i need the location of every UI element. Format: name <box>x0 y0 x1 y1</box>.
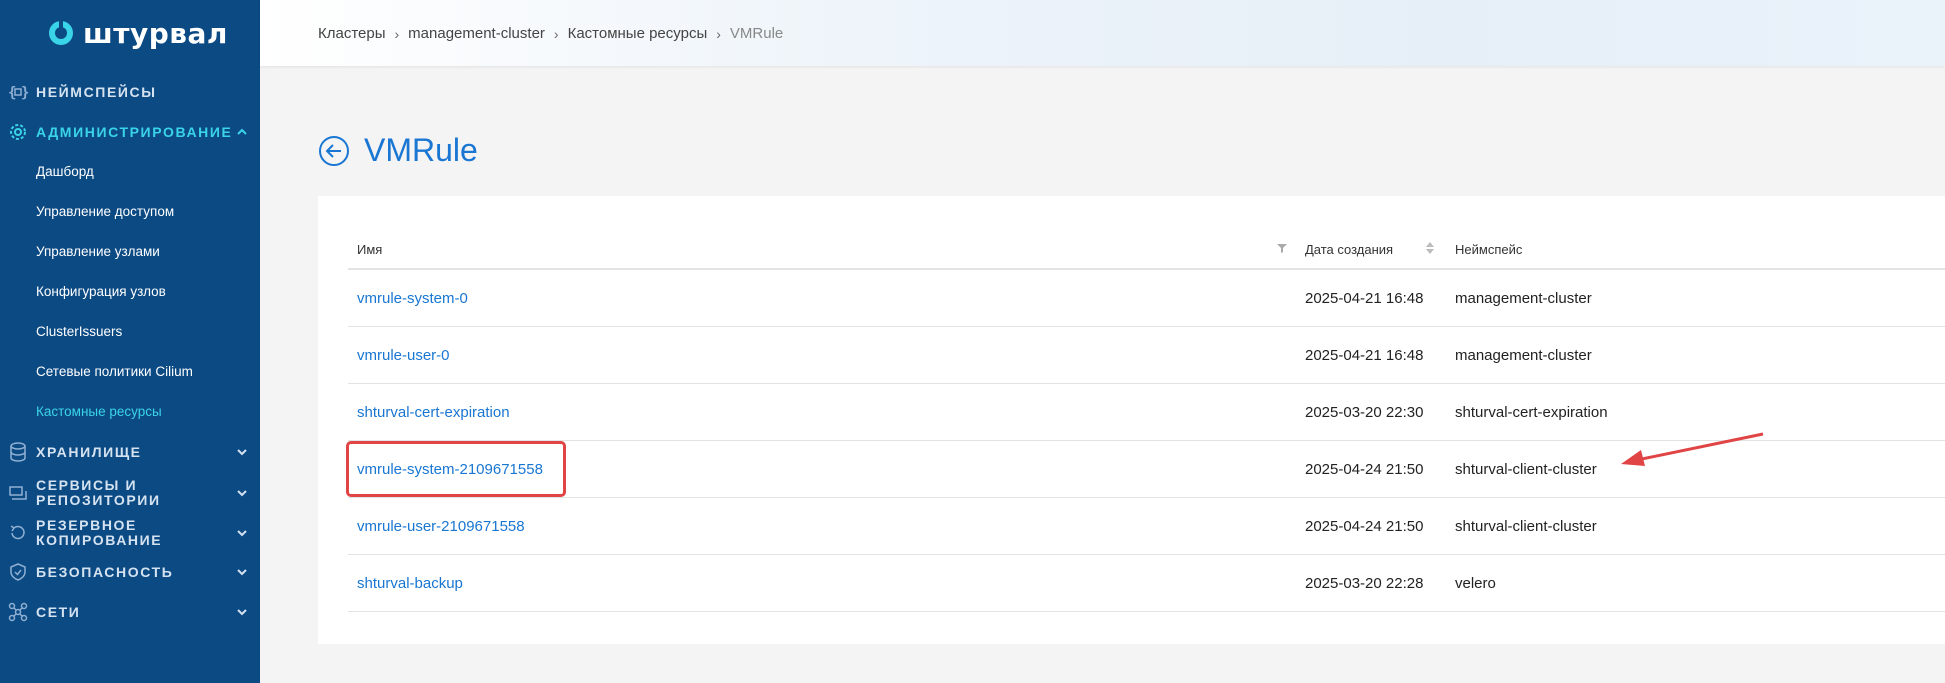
namespace-cell: shturval-client-cluster <box>1455 461 1597 478</box>
resource-table: Имя Дата создания Неймспейс vmrule-syste… <box>348 232 1945 612</box>
sidebar-item-dashboard[interactable]: Дашборд <box>36 164 94 179</box>
created-cell: 2025-04-24 21:50 <box>1305 461 1424 478</box>
namespace-cell: management-cluster <box>1455 290 1592 307</box>
network-icon <box>8 602 28 622</box>
table-row: vmrule-system-0 2025-04-21 16:48 managem… <box>348 270 1945 327</box>
page-title: VMRule <box>364 132 478 168</box>
nav-label: АДМИНИСТРИРОВАНИЕ <box>36 124 233 140</box>
nav-services[interactable]: СЕРВИСЫ И РЕПОЗИТОРИИ <box>0 478 260 508</box>
brand-logo[interactable]: штурвал <box>47 16 228 50</box>
resource-table-card: Имя Дата создания Неймспейс vmrule-syste… <box>318 196 1945 644</box>
table-row: shturval-backup 2025-03-20 22:28 velero <box>348 555 1945 612</box>
nav-label-line2: КОПИРОВАНИЕ <box>36 532 163 548</box>
sidebar-item-nodes[interactable]: Управление узлами <box>36 244 160 259</box>
chevron-down-icon[interactable] <box>236 446 248 458</box>
table-row: vmrule-user-2109671558 2025-04-24 21:50 … <box>348 498 1945 555</box>
nav-label: БЕЗОПАСНОСТЬ <box>36 564 174 580</box>
nav-backup[interactable]: РЕЗЕРВНОЕ КОПИРОВАНИЕ <box>0 518 260 548</box>
resource-link[interactable]: vmrule-user-0 <box>357 347 450 364</box>
breadcrumb-custom-resources[interactable]: Кастомные ресурсы <box>568 25 708 42</box>
namespace-cell: shturval-cert-expiration <box>1455 404 1608 421</box>
filter-icon[interactable] <box>1276 242 1288 254</box>
nav-namespaces[interactable]: {} НЕЙМСПЕЙСЫ <box>0 84 260 100</box>
created-cell: 2025-03-20 22:30 <box>1305 404 1424 421</box>
nav-label: НЕЙМСПЕЙСЫ <box>36 84 157 100</box>
created-cell: 2025-04-24 21:50 <box>1305 518 1424 535</box>
top-header: Кластеры › management-cluster › Кастомны… <box>260 0 1945 66</box>
highlight-box <box>346 441 566 497</box>
namespace-icon: {} <box>8 82 28 102</box>
created-cell: 2025-04-21 16:48 <box>1305 290 1424 307</box>
sidebar-item-cilium[interactable]: Сетевые политики Cilium <box>36 364 193 379</box>
backup-icon <box>8 523 28 543</box>
chevron-right-icon: › <box>553 25 559 42</box>
sidebar-item-access[interactable]: Управление доступом <box>36 204 174 219</box>
shield-icon <box>8 562 28 582</box>
chevron-right-icon: › <box>716 25 721 42</box>
nav-label: СЕРВИСЫ И <box>36 477 138 493</box>
sidebar-item-custom-resources[interactable]: Кастомные ресурсы <box>36 404 162 419</box>
chevron-right-icon: › <box>394 25 400 42</box>
breadcrumb-clusters[interactable]: Кластеры <box>318 25 386 42</box>
resource-link[interactable]: vmrule-system-0 <box>357 290 468 307</box>
sort-icon[interactable] <box>1425 240 1435 256</box>
nav-networks[interactable]: СЕТИ <box>0 602 260 622</box>
column-header-namespace[interactable]: Неймспейс <box>1455 242 1522 257</box>
chevron-down-icon[interactable] <box>236 566 248 578</box>
svg-text:}: } <box>21 85 28 100</box>
chevron-down-icon[interactable] <box>236 487 248 499</box>
column-header-created[interactable]: Дата создания <box>1305 242 1393 257</box>
gear-icon <box>8 122 28 142</box>
namespace-cell: shturval-client-cluster <box>1455 518 1597 535</box>
created-cell: 2025-03-20 22:28 <box>1305 575 1424 592</box>
namespace-cell: management-cluster <box>1455 347 1592 364</box>
nav-label: СЕТИ <box>36 604 81 620</box>
sidebar-item-node-config[interactable]: Конфигурация узлов <box>36 284 166 299</box>
resource-link[interactable]: shturval-backup <box>357 575 463 592</box>
page-title-row: VMRule <box>318 132 478 169</box>
chevron-up-icon[interactable] <box>236 126 248 138</box>
column-header-name[interactable]: Имя <box>357 242 382 257</box>
nav-administration[interactable]: АДМИНИСТРИРОВАНИЕ <box>0 124 260 140</box>
database-icon <box>8 442 28 462</box>
sidebar-item-clusterissuers[interactable]: ClusterIssuers <box>36 324 122 339</box>
namespace-cell: velero <box>1455 575 1496 592</box>
chevron-down-icon[interactable] <box>236 527 248 539</box>
chevron-down-icon[interactable] <box>236 606 248 618</box>
resource-link[interactable]: vmrule-user-2109671558 <box>357 518 525 535</box>
annotation-arrow-icon <box>1621 432 1764 466</box>
table-row: vmrule-user-0 2025-04-21 16:48 managemen… <box>348 327 1945 384</box>
breadcrumb: Кластеры › management-cluster › Кастомны… <box>318 25 783 42</box>
nav-label: ХРАНИЛИЩЕ <box>36 444 142 460</box>
breadcrumb-current: VMRule <box>729 25 784 42</box>
table-header: Имя Дата создания Неймспейс <box>348 232 1945 270</box>
back-arrow-icon[interactable] <box>318 135 350 167</box>
nav-storage[interactable]: ХРАНИЛИЩЕ <box>0 442 260 462</box>
created-cell: 2025-04-21 16:48 <box>1305 347 1424 364</box>
svg-text:{: { <box>8 85 18 100</box>
resource-link[interactable]: shturval-cert-expiration <box>357 404 510 421</box>
services-icon <box>8 483 28 503</box>
nav-label: РЕЗЕРВНОЕ <box>36 517 137 533</box>
steering-wheel-icon <box>49 21 73 45</box>
brand-name: штурвал <box>83 16 228 50</box>
breadcrumb-cluster[interactable]: management-cluster <box>408 25 545 42</box>
sidebar: штурвал {} НЕЙМСПЕЙСЫ АДМИНИСТРИРОВАНИЕ … <box>0 0 260 683</box>
nav-security[interactable]: БЕЗОПАСНОСТЬ <box>0 562 260 582</box>
nav-label-line2: РЕПОЗИТОРИИ <box>36 492 161 508</box>
